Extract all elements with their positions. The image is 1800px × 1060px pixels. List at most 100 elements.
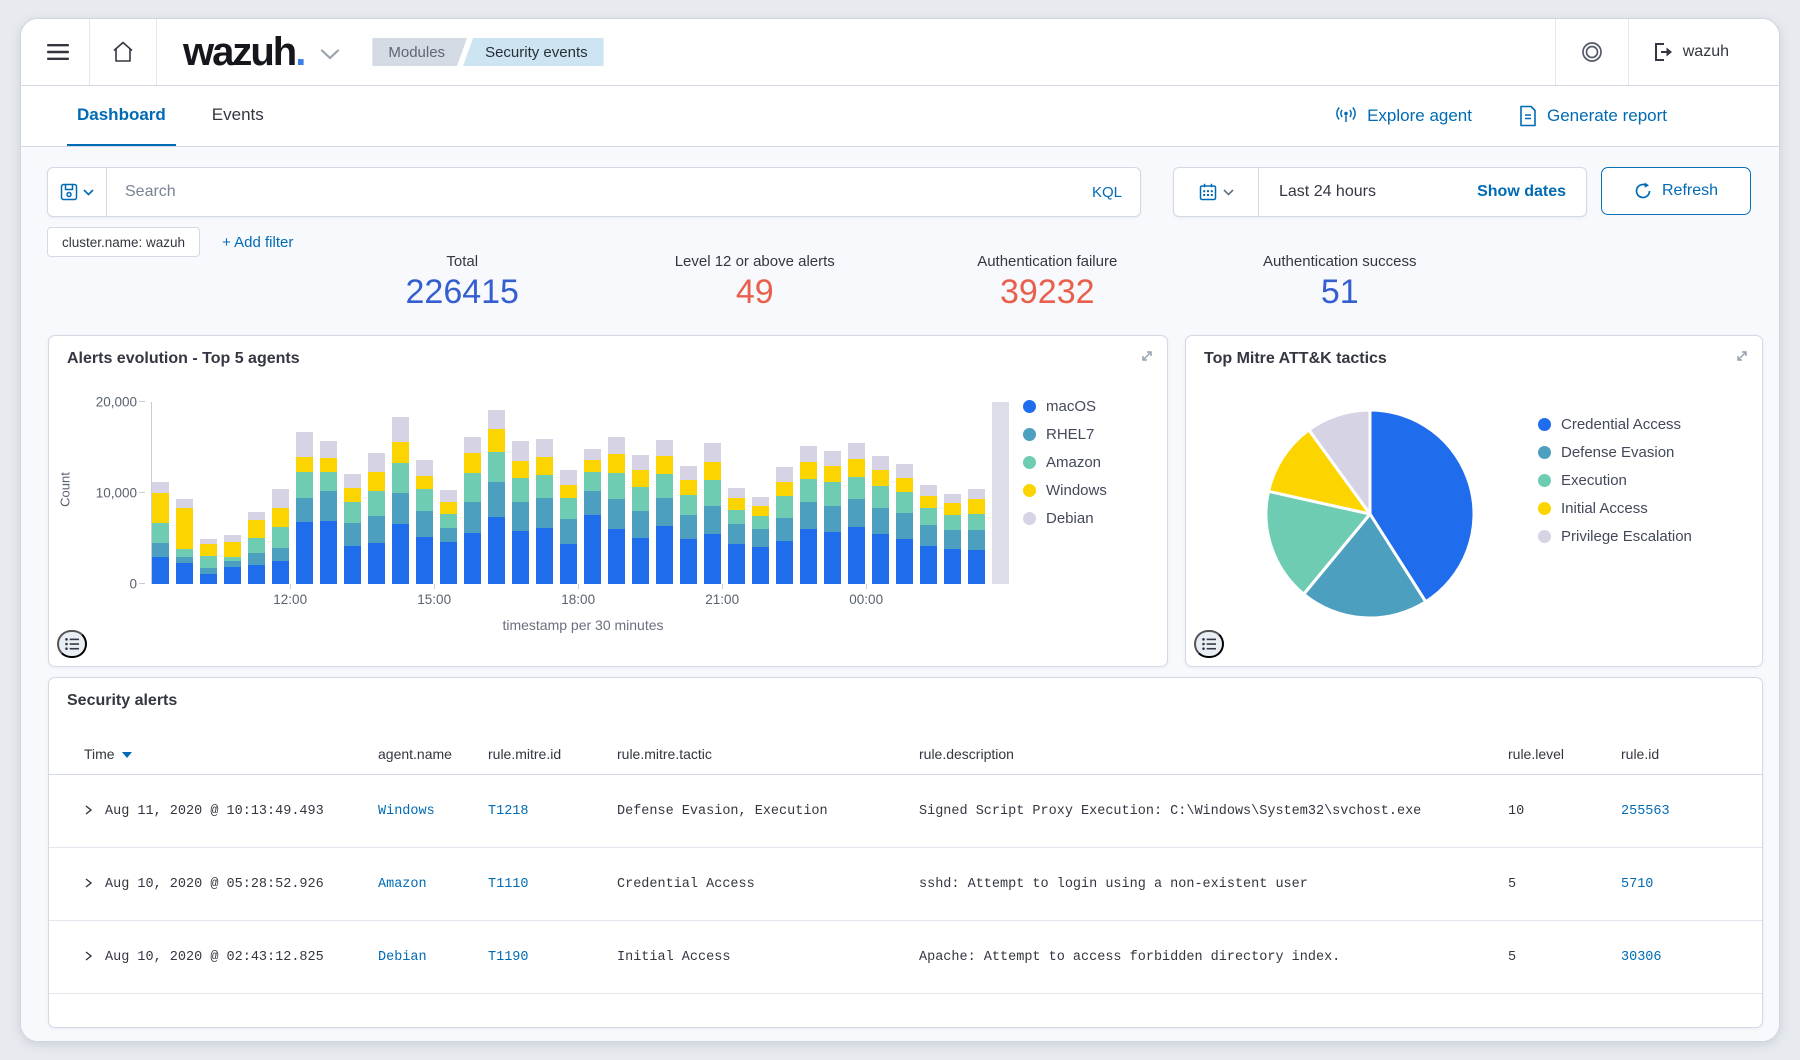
column-header-rule-level[interactable]: rule.level [1508,738,1621,775]
table-row[interactable]: Aug 11, 2020 @ 10:13:49.493WindowsT1218D… [49,775,1762,848]
legend-item-credential-access[interactable]: Credential Access [1538,416,1692,433]
stat-value[interactable]: 51 [1194,273,1487,312]
legend-item-macos[interactable]: macOS [1023,398,1107,415]
column-header-rule-description[interactable]: rule.description [919,738,1508,775]
bar[interactable] [416,460,433,584]
expand-row-icon[interactable] [84,805,93,815]
expand-row-icon[interactable] [84,951,93,961]
bar[interactable] [344,474,361,584]
table-row[interactable]: Aug 10, 2020 @ 05:28:52.926AmazonT1110Cr… [49,848,1762,921]
breadcrumb-modules[interactable]: Modules [372,38,467,66]
bar[interactable] [704,443,721,584]
bar[interactable] [608,437,625,584]
legend-item-windows[interactable]: Windows [1023,482,1107,499]
stat-value[interactable]: 49 [609,273,902,312]
bar[interactable] [944,494,961,584]
bar[interactable] [176,499,193,584]
kql-selector[interactable]: KQL [1074,184,1140,201]
bar[interactable] [752,497,769,584]
rule-id-link[interactable]: 30306 [1621,950,1662,965]
bar[interactable] [296,432,313,584]
bar-segment-windows [176,508,193,549]
calendar-button[interactable] [1174,168,1259,216]
stat-value[interactable]: 39232 [901,273,1194,312]
bar[interactable] [776,467,793,584]
legend-toggle-button[interactable] [1194,630,1224,658]
bar[interactable] [488,410,505,584]
legend-item-amazon[interactable]: Amazon [1023,454,1107,471]
bar[interactable] [512,441,529,584]
rule-mitre-id-link[interactable]: T1110 [488,877,529,892]
add-filter-button[interactable]: + Add filter [222,234,293,251]
table-row[interactable]: Aug 10, 2020 @ 02:43:12.825DebianT1190In… [49,921,1762,994]
bar[interactable] [728,488,745,584]
logout-button[interactable]: wazuh [1629,42,1753,62]
agent-name-link[interactable]: Windows [378,804,435,819]
bar[interactable] [368,453,385,584]
bar-segment-macos [368,543,385,584]
bar[interactable] [584,449,601,584]
bar[interactable] [632,455,649,584]
show-dates-button[interactable]: Show dates [1477,183,1586,201]
generate-report-button[interactable]: Generate report [1518,105,1667,127]
bar[interactable] [800,446,817,584]
stat-value[interactable]: 226415 [316,273,609,312]
bar-partial-bucket[interactable] [992,402,1009,584]
column-header-rule-id[interactable]: rule.id [1621,738,1762,775]
refresh-button[interactable]: Refresh [1601,167,1751,215]
bar[interactable] [680,466,697,584]
sort-desc-icon[interactable] [122,752,132,758]
column-header-time[interactable]: Time [49,738,378,775]
bar[interactable] [440,490,457,584]
bar[interactable] [224,535,241,584]
legend-item-rhel7[interactable]: RHEL7 [1023,426,1107,443]
bar[interactable] [248,512,265,584]
agent-name-link[interactable]: Debian [378,950,427,965]
bar[interactable] [968,489,985,585]
bar[interactable] [536,439,553,584]
agent-name-link[interactable]: Amazon [378,877,427,892]
bar[interactable] [872,456,889,584]
home-icon[interactable] [110,40,136,64]
bar[interactable] [848,443,865,584]
legend-item-defense-evasion[interactable]: Defense Evasion [1538,444,1692,461]
rule-mitre-id-link[interactable]: T1190 [488,950,529,965]
explore-agent-button[interactable]: Explore agent [1334,106,1472,126]
bar[interactable] [320,441,337,584]
bar[interactable] [824,451,841,584]
expand-icon[interactable] [1734,348,1750,364]
tab-dashboard[interactable]: Dashboard [67,86,176,146]
chevron-down-icon[interactable] [320,47,340,65]
bar[interactable] [392,417,409,584]
legend-item-execution[interactable]: Execution [1538,472,1692,489]
legend-item-debian[interactable]: Debian [1023,510,1107,527]
search-input[interactable] [107,183,1074,201]
newsfeed-icon[interactable] [1580,40,1604,64]
rule-id-link[interactable]: 255563 [1621,804,1670,819]
filter-pill-cluster-name[interactable]: cluster.name: wazuh [47,227,200,257]
bar[interactable] [896,464,913,584]
bar[interactable] [152,482,169,584]
bar[interactable] [920,485,937,584]
wazuh-logo[interactable]: wazuh. [183,32,304,72]
bar[interactable] [272,489,289,584]
rule-id-link[interactable]: 5710 [1621,877,1653,892]
menu-icon[interactable] [47,44,69,60]
bar[interactable] [656,440,673,584]
column-header-rule-mitre-id[interactable]: rule.mitre.id [488,738,617,775]
legend-item-privilege-escalation[interactable]: Privilege Escalation [1538,528,1692,545]
bar-segment-amazon [320,472,337,491]
bar[interactable] [200,539,217,584]
bar[interactable] [464,437,481,584]
tab-events[interactable]: Events [202,86,274,146]
column-header-rule-mitre-tactic[interactable]: rule.mitre.tactic [617,738,919,775]
expand-icon[interactable] [1139,348,1155,364]
legend-toggle-button[interactable] [57,630,87,658]
rule-mitre-id-link[interactable]: T1218 [488,804,529,819]
column-header-agent-name[interactable]: agent.name [378,738,488,775]
saved-query-button[interactable] [48,168,107,216]
bar[interactable] [560,470,577,584]
expand-row-icon[interactable] [84,878,93,888]
time-range-value[interactable]: Last 24 hours [1279,183,1376,201]
legend-item-initial-access[interactable]: Initial Access [1538,500,1692,517]
